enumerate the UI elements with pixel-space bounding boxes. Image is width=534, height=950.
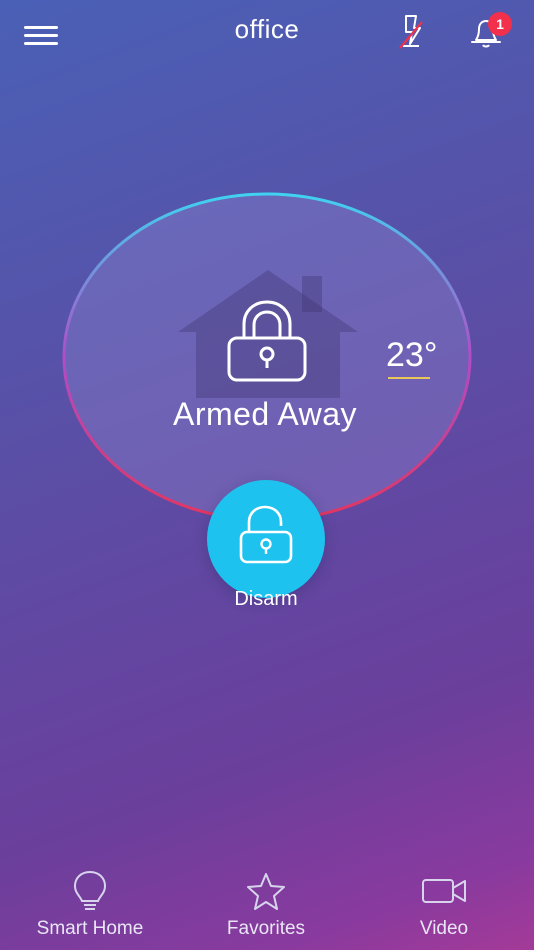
disarm-label: Disarm (234, 588, 298, 610)
star-icon (247, 873, 285, 910)
unlocked-padlock-icon (239, 505, 293, 564)
lightbulb-icon (73, 870, 107, 910)
nav-smart-home-label: Smart Home (36, 918, 144, 939)
disarm-button[interactable] (207, 480, 325, 598)
nav-video[interactable]: Video (364, 868, 524, 940)
bottom-nav: Smart Home Favorites Video (0, 868, 534, 950)
nav-smart-home[interactable]: Smart Home (10, 868, 170, 940)
alarm-status-label: Armed Away (172, 396, 358, 432)
page-title: office (234, 14, 300, 44)
temperature-underline (388, 377, 430, 379)
temperature-value: 23° (386, 336, 438, 374)
lightning-icon (399, 15, 423, 49)
locked-padlock-icon (227, 300, 307, 382)
nav-favorites-label: Favorites (226, 918, 306, 939)
top-bar: office 1 (0, 0, 534, 64)
nav-video-label: Video (419, 918, 469, 939)
video-camera-icon (422, 879, 466, 903)
notification-badge: 1 (488, 12, 512, 36)
panic-button[interactable] (394, 12, 428, 50)
nav-favorites[interactable]: Favorites (186, 868, 346, 940)
